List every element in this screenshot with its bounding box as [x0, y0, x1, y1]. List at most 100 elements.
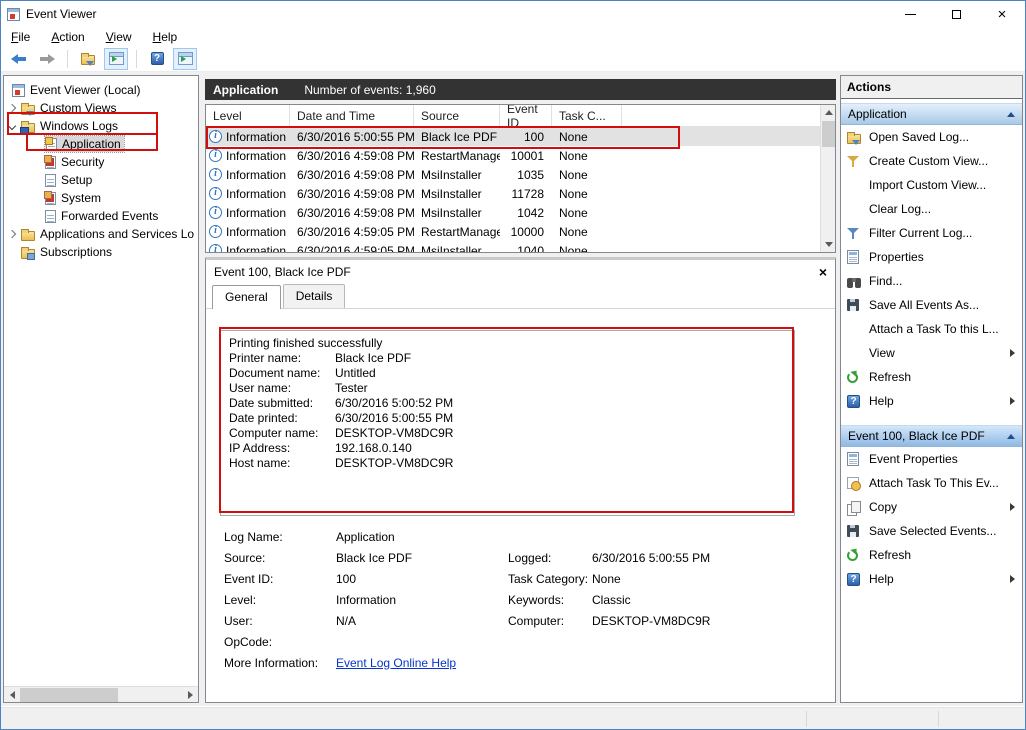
tree-item-applications-services-logs[interactable]: Applications and Services Lo — [4, 225, 198, 243]
action-save-all-events-as[interactable]: Save All Events As... — [841, 293, 1022, 317]
action-filter-current-log[interactable]: Filter Current Log... — [841, 221, 1022, 245]
column-header-task-category[interactable]: Task C... — [552, 105, 622, 126]
field-value-user: N/A — [336, 614, 508, 628]
column-header-event-id[interactable]: Event ID — [500, 105, 552, 126]
minimize-button[interactable] — [887, 1, 933, 27]
tree-item-system[interactable]: System — [4, 189, 198, 207]
cell-event-id: 10001 — [500, 149, 552, 163]
actions-panel: Actions Application Open Saved Log... Cr… — [840, 75, 1023, 703]
close-button[interactable]: × — [979, 1, 1025, 27]
scroll-left-button[interactable] — [4, 687, 20, 703]
actions-section-application[interactable]: Application — [841, 103, 1022, 125]
action-attach-task-to-event[interactable]: Attach Task To This Ev... — [841, 471, 1022, 495]
action-find[interactable]: Find... — [841, 269, 1022, 293]
tree-horizontal-scrollbar[interactable] — [4, 686, 198, 702]
collapse-icon[interactable] — [1007, 112, 1015, 117]
status-separator — [938, 711, 939, 727]
title-bar[interactable]: Event Viewer × — [1, 1, 1025, 27]
field-value-level: Information — [336, 593, 508, 607]
console-window-icon — [109, 52, 124, 65]
chevron-down-icon[interactable] — [8, 122, 16, 130]
event-row[interactable]: Information 6/30/2016 4:59:08 PM MsiInst… — [206, 184, 820, 203]
cell-event-id: 10000 — [500, 225, 552, 239]
action-refresh-event[interactable]: Refresh — [841, 543, 1022, 567]
column-header-level[interactable]: Level — [206, 105, 290, 126]
properties-icon — [847, 452, 859, 466]
action-clear-log[interactable]: Clear Log... — [841, 197, 1022, 221]
event-row[interactable]: Information 6/30/2016 4:59:05 PM Restart… — [206, 222, 820, 241]
tree-item-application[interactable]: Application — [4, 135, 198, 153]
scroll-right-button[interactable] — [182, 687, 198, 703]
action-label: Clear Log... — [869, 202, 1015, 216]
back-button[interactable] — [7, 48, 31, 70]
chevron-right-icon[interactable] — [8, 230, 16, 238]
action-save-selected-events[interactable]: Save Selected Events... — [841, 519, 1022, 543]
description-label: Date submitted: — [229, 396, 335, 411]
tab-general[interactable]: General — [212, 285, 281, 309]
chevron-right-icon[interactable] — [8, 104, 16, 112]
scroll-up-button[interactable] — [821, 105, 836, 120]
action-import-custom-view[interactable]: Import Custom View... — [841, 173, 1022, 197]
field-label-opcode: OpCode: — [224, 635, 336, 649]
event-row[interactable]: Information 6/30/2016 4:59:08 PM MsiInst… — [206, 203, 820, 222]
open-saved-log-button[interactable] — [76, 48, 100, 70]
tree-item-subscriptions[interactable]: Subscriptions — [4, 243, 198, 261]
field-value-source: Black Ice PDF — [336, 551, 508, 565]
action-label: Help — [869, 394, 1010, 408]
action-copy[interactable]: Copy — [841, 495, 1022, 519]
event-description[interactable]: Printing finished successfully Printer n… — [220, 330, 795, 516]
action-properties[interactable]: Properties — [841, 245, 1022, 269]
action-create-custom-view[interactable]: Create Custom View... — [841, 149, 1022, 173]
forward-button[interactable] — [35, 48, 59, 70]
tree-item-setup[interactable]: Setup — [4, 171, 198, 189]
section-header-label: Event 100, Black Ice PDF — [848, 429, 1007, 443]
menu-help[interactable]: Help — [153, 30, 178, 44]
description-value: 6/30/2016 5:00:52 PM — [335, 396, 453, 411]
tab-details[interactable]: Details — [283, 284, 346, 308]
tree-item-event-viewer-local[interactable]: Event Viewer (Local) — [4, 81, 198, 99]
event-row[interactable]: Information 6/30/2016 4:59:08 PM Restart… — [206, 146, 820, 165]
column-header-date-time[interactable]: Date and Time — [290, 105, 414, 126]
menu-file[interactable]: File — [11, 30, 30, 44]
tree-item-label: Windows Logs — [40, 119, 118, 133]
action-help-event[interactable]: Help — [841, 567, 1022, 591]
cell-source: RestartManager — [414, 149, 500, 163]
action-refresh[interactable]: Refresh — [841, 365, 1022, 389]
action-event-properties[interactable]: Event Properties — [841, 447, 1022, 471]
cell-task: None — [552, 244, 622, 253]
cell-task: None — [552, 168, 622, 182]
show-console-tree-button[interactable] — [104, 48, 128, 70]
forward-arrow-icon — [39, 54, 55, 64]
restore-button[interactable] — [933, 1, 979, 27]
event-log-online-help-link[interactable]: Event Log Online Help — [336, 656, 508, 670]
action-help[interactable]: Help — [841, 389, 1022, 413]
cell-level: Information — [206, 130, 290, 144]
tree-item-security[interactable]: Security — [4, 153, 198, 171]
scroll-down-button[interactable] — [821, 237, 836, 252]
scrollbar-thumb[interactable] — [20, 688, 118, 702]
scrollbar-thumb[interactable] — [822, 121, 835, 147]
action-open-saved-log[interactable]: Open Saved Log... — [841, 125, 1022, 149]
event-row[interactable]: Information 6/30/2016 4:59:08 PM MsiInst… — [206, 165, 820, 184]
window-controls: × — [887, 1, 1025, 27]
menu-view[interactable]: View — [106, 30, 132, 44]
event-row-partial[interactable]: Information 6/30/2016 4:59:05 PM MsiInst… — [206, 241, 820, 252]
menu-action[interactable]: Action — [51, 30, 84, 44]
action-attach-task-to-log[interactable]: Attach a Task To this L... — [841, 317, 1022, 341]
cell-event-id: 11728 — [500, 187, 552, 201]
help-button[interactable] — [145, 48, 169, 70]
console-tree-panel: Event Viewer (Local) Custom Views Window… — [3, 75, 199, 703]
action-view[interactable]: View — [841, 341, 1022, 365]
event-row-selected[interactable]: Information 6/30/2016 5:00:55 PM Black I… — [206, 127, 820, 146]
detail-close-icon[interactable]: × — [819, 265, 827, 279]
tree-item-windows-logs[interactable]: Windows Logs — [4, 117, 198, 135]
tree-item-forwarded-events[interactable]: Forwarded Events — [4, 207, 198, 225]
tree-item-custom-views[interactable]: Custom Views — [4, 99, 198, 117]
collapse-icon[interactable] — [1007, 434, 1015, 439]
show-action-pane-button[interactable] — [173, 48, 197, 70]
column-header-source[interactable]: Source — [414, 105, 500, 126]
event-list-scrollbar[interactable] — [820, 105, 835, 252]
information-icon — [209, 225, 222, 238]
actions-section-event[interactable]: Event 100, Black Ice PDF — [841, 425, 1022, 447]
help-icon — [847, 573, 860, 586]
